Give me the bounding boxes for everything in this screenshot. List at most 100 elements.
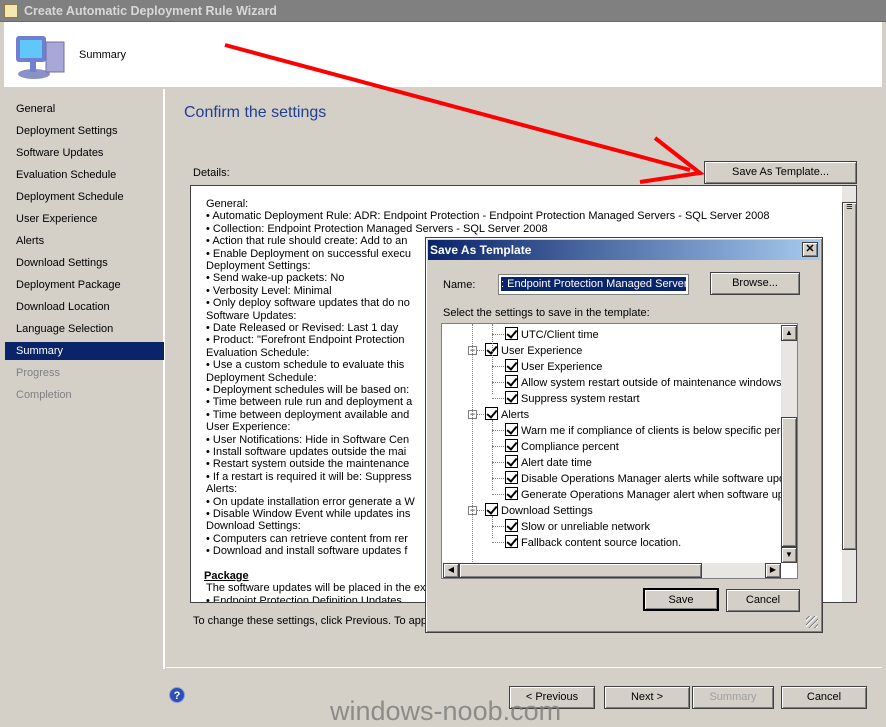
nav-item: Completion — [16, 389, 72, 401]
settings-tree[interactable]: UTC/Client time User Experience − User Expe… — [441, 323, 798, 579]
tree-line — [492, 526, 504, 527]
checkbox-checked-icon[interactable] — [505, 487, 518, 500]
tree-item[interactable]: Fallback content source location. — [505, 535, 681, 551]
tree-item-label: UTC/Client time — [521, 329, 599, 341]
tree-hscrollbar[interactable]: ◀ ▶ — [443, 563, 781, 578]
detail-bullet: • User Notifications: Hide in Software C… — [206, 433, 410, 446]
dialog-save-button[interactable]: Save — [643, 588, 719, 611]
nav-item[interactable]: Evaluation Schedule — [5, 166, 164, 184]
resize-grip-icon[interactable] — [806, 616, 818, 628]
checkbox-checked-icon[interactable] — [485, 503, 498, 516]
dialog-cancel-button[interactable]: Cancel — [726, 589, 800, 612]
details-scrollbar[interactable]: ≡ — [842, 186, 856, 602]
nav-item: Summary — [5, 342, 164, 360]
page-heading: Confirm the settings — [184, 104, 327, 121]
tree-item[interactable]: UTC/Client time — [505, 327, 599, 343]
dialog-close-button[interactable]: ✕ — [802, 242, 818, 257]
nav-item[interactable]: Deployment Package — [5, 276, 164, 294]
scroll-thumb[interactable] — [459, 563, 702, 578]
tree-item-label: Alert date time — [521, 457, 592, 469]
detail-bullet: • If a restart is required it will be: S… — [206, 470, 412, 483]
detail-text: Verbosity Level: Minimal — [212, 284, 332, 297]
detail-heading: Download Settings: — [206, 520, 301, 533]
next-button[interactable]: Next > — [604, 686, 690, 709]
nav-item[interactable]: Download Location — [5, 298, 164, 316]
detail-heading: User Experience: — [206, 421, 291, 434]
tree-item[interactable]: User Experience — [505, 359, 602, 375]
tree-item[interactable]: Disable Operations Manager alerts while … — [505, 471, 797, 487]
checkbox-checked-icon[interactable] — [505, 423, 518, 436]
detail-bullet: • Time between rule run and deployment a — [206, 396, 413, 409]
nav-item[interactable]: Download Settings — [5, 254, 164, 272]
watermark: windows-noob.com — [330, 696, 562, 726]
nav-item[interactable]: Alerts — [5, 232, 164, 250]
tree-line — [492, 516, 493, 538]
detail-text: User Notifications: Hide in Software Cen — [212, 433, 410, 446]
detail-bullet: • Send wake-up packets: No — [206, 272, 345, 285]
checkbox-checked-icon[interactable] — [505, 327, 518, 340]
tree-line — [492, 430, 504, 431]
detail-text: Collection: Endpoint Protection Managed … — [212, 222, 548, 235]
tree-item[interactable]: Slow or unreliable network — [505, 519, 650, 535]
tree-line — [492, 478, 504, 479]
detail-text: Use a custom schedule to evaluate this — [212, 359, 405, 372]
detail-bullet: • Date Released or Revised: Last 1 day — [206, 322, 399, 334]
scroll-right-button[interactable]: ▶ — [765, 563, 781, 578]
nav-item[interactable]: Deployment Settings — [5, 122, 164, 140]
tree-item[interactable]: Alert date time — [505, 455, 592, 471]
detail-bullet: • Install software updates outside the m… — [206, 446, 407, 458]
checkbox-checked-icon[interactable] — [505, 535, 518, 548]
browse-button[interactable]: Browse... — [710, 272, 800, 295]
tree-item[interactable]: Warn me if compliance of clients is belo… — [505, 423, 797, 439]
save-as-template-dialog: Save As Template ✕ Name: : Endpoint Prot… — [425, 237, 823, 633]
nav-item[interactable]: General — [5, 100, 164, 118]
tree-item[interactable]: Download Settings — [485, 503, 593, 519]
checkbox-checked-icon[interactable] — [505, 471, 518, 484]
footer-divider — [166, 667, 882, 668]
checkbox-checked-icon[interactable] — [485, 407, 498, 420]
window-title: Create Automatic Deployment Rule Wizard — [24, 4, 277, 18]
tree-item-label: User Experience — [501, 345, 583, 357]
checkbox-checked-icon[interactable] — [505, 519, 518, 532]
scroll-thumb[interactable] — [781, 417, 797, 547]
tree-line — [492, 494, 504, 495]
nav-item[interactable]: User Experience — [5, 210, 164, 228]
checkbox-checked-icon[interactable] — [505, 391, 518, 404]
detail-bullet: • Action that rule should create: Add to… — [206, 235, 408, 248]
tree-item[interactable]: Compliance percent — [505, 439, 619, 455]
tree-item-label: Suppress system restart — [521, 393, 640, 405]
scroll-left-button[interactable]: ◀ — [443, 563, 459, 578]
nav-item[interactable]: Deployment Schedule — [5, 188, 164, 206]
name-input-value: : Endpoint Protection Managed Servers — [501, 277, 689, 291]
save-as-template-button[interactable]: Save As Template... — [704, 161, 857, 184]
detail-text: On update installation error generate a … — [212, 495, 415, 508]
detail-text: Deployment schedules will be based on: — [212, 384, 410, 396]
tree-vscrollbar[interactable]: ▲ ▼ — [781, 325, 797, 563]
nav-item: Progress — [16, 367, 61, 379]
checkbox-checked-icon[interactable] — [505, 439, 518, 452]
scroll-up-button[interactable]: ▲ — [781, 325, 797, 341]
nav-item[interactable]: Software Updates — [5, 144, 164, 162]
nav-item[interactable]: Language Selection — [5, 320, 164, 338]
help-icon[interactable]: ? — [169, 687, 185, 703]
footer-instructions: To change these settings, click Previous… — [193, 615, 427, 627]
name-input[interactable]: : Endpoint Protection Managed Servers — [498, 274, 689, 295]
tree-item[interactable]: User Experience — [485, 343, 582, 359]
detail-text: Time between rule run and deployment a — [212, 396, 413, 409]
checkbox-checked-icon[interactable] — [505, 455, 518, 468]
detail-bullet: • Collection: Endpoint Protection Manage… — [206, 222, 548, 235]
tree-item[interactable]: Allow system restart outside of maintena… — [505, 375, 781, 391]
checkbox-checked-icon[interactable] — [505, 375, 518, 388]
details-label: Details: — [193, 167, 230, 179]
tree-item[interactable]: Suppress system restart — [505, 391, 640, 407]
cancel-button[interactable]: Cancel — [781, 686, 867, 709]
checkbox-checked-icon[interactable] — [505, 359, 518, 372]
detail-text: Automatic Deployment Rule: ADR: Endpoint… — [212, 210, 770, 223]
tree-line — [472, 324, 473, 574]
detail-bullet: • Only deploy software updates that do n… — [206, 297, 410, 310]
detail-bullet: • On update installation error generate … — [206, 495, 415, 508]
tree-item[interactable]: Generate Operations Manager alert when s… — [505, 487, 797, 503]
scroll-thumb[interactable]: ≡ — [842, 202, 856, 550]
detail-bullet: • Enable Deployment on successful execu — [206, 247, 412, 260]
scroll-down-button[interactable]: ▼ — [781, 547, 797, 563]
